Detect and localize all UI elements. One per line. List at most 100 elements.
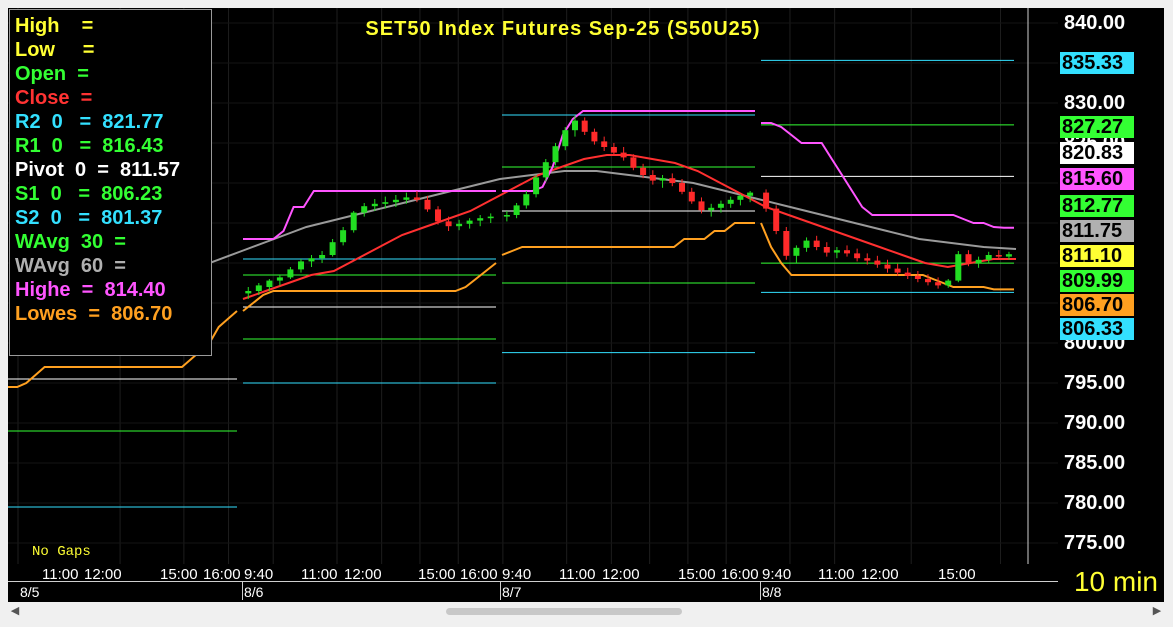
time-tick-label: 15:00	[938, 566, 976, 583]
time-tick-label: 11:00	[559, 566, 596, 583]
candle-body	[445, 221, 452, 227]
price-tick-label: 830.00	[1064, 92, 1126, 114]
candle-body	[688, 191, 695, 202]
time-tick-label: 9:40	[244, 566, 274, 583]
time-axis[interactable]: 11:00 12:00 15:00 16:00 9:40 11:00 12:00 15:00 1…	[8, 564, 1058, 602]
time-tick-label: 16:00	[203, 566, 241, 583]
legend-row: R2 0 = 821.77	[15, 111, 164, 133]
candle-body	[864, 258, 871, 261]
candle-body	[803, 240, 810, 248]
legend-row: Lowes = 806.70	[15, 303, 173, 325]
candle-body	[382, 202, 389, 204]
candle-body	[985, 255, 992, 260]
candle-body	[340, 230, 347, 243]
horizontal-scrollbar[interactable]: ◀ ▶	[8, 602, 1164, 620]
timeframe-box[interactable]: 10 min	[1058, 564, 1164, 602]
time-tick-label: 15:00	[418, 566, 456, 583]
highest-high-line	[761, 122, 1014, 229]
price-tag-label: 809.99	[1060, 270, 1134, 292]
candle-body	[552, 146, 559, 163]
price-tick-label: 775.00	[1064, 532, 1126, 554]
candle-body	[874, 260, 881, 265]
time-tick-label: 16:00	[721, 566, 759, 583]
candle-body	[698, 201, 705, 211]
candle-body	[1005, 254, 1012, 257]
candle-body	[361, 206, 368, 213]
chart-window: SET50 Index Futures Sep-25 (S50U25) No G…	[0, 0, 1173, 627]
candle-body	[255, 285, 262, 291]
indicator-legend-panel: High = Low = Open = Close = R2 0 = 821.77 R1 …	[9, 9, 212, 356]
candle-body	[424, 199, 431, 210]
candle-body	[371, 203, 378, 207]
candle-body	[813, 240, 820, 247]
date-separator	[242, 582, 243, 600]
price-tag-label: 827.27	[1060, 116, 1134, 138]
lowest-low-line	[760, 222, 1014, 291]
price-axis[interactable]: 840.00830.00825.00800.00795.00790.00785.…	[1058, 8, 1164, 564]
candle-body	[737, 195, 744, 200]
candle-body	[833, 250, 840, 253]
date-label: 8/6	[244, 584, 264, 600]
time-tick-label: 9:40	[502, 566, 532, 583]
candle-body	[823, 247, 830, 253]
time-tick-label: 12:00	[602, 566, 640, 583]
candle-body	[914, 275, 921, 279]
scrollbar-thumb[interactable]	[446, 608, 682, 615]
candle-body	[925, 279, 931, 283]
price-tick-label: 790.00	[1064, 412, 1126, 434]
price-tag-label: 820.83	[1060, 142, 1134, 164]
legend-row: High =	[15, 15, 94, 37]
candle-body	[513, 205, 520, 215]
price-tag-label: 812.77	[1060, 195, 1134, 217]
legend-row: WAvg 30 =	[15, 231, 126, 253]
no-gaps-status: No Gaps	[32, 544, 91, 560]
time-tick-label: 12:00	[344, 566, 382, 583]
candle-body	[783, 231, 790, 256]
price-tag-label: 811.10	[1060, 245, 1134, 267]
candle-body	[659, 178, 666, 181]
candle-body	[435, 209, 441, 222]
candle-body	[266, 280, 273, 287]
price-tick-label: 795.00	[1064, 372, 1126, 394]
price-tag-label: 811.75	[1060, 220, 1134, 242]
candle-body	[245, 291, 252, 294]
candle-body	[854, 253, 861, 259]
time-tick-label: 15:00	[678, 566, 716, 583]
price-tag-label: 806.70	[1060, 294, 1134, 316]
candle-body	[601, 141, 608, 147]
candle-body	[581, 120, 588, 132]
candle-body	[975, 259, 982, 263]
candle-body	[298, 261, 304, 270]
price-tag-label: 815.60	[1060, 168, 1134, 190]
candle-body	[679, 183, 685, 192]
candle-body	[403, 197, 410, 200]
candle-body	[945, 280, 952, 286]
candle-body	[591, 131, 598, 142]
candle-body	[533, 177, 540, 195]
candle-body	[995, 255, 1002, 257]
candle-body	[308, 258, 315, 262]
candle-body	[413, 197, 420, 200]
candle-body	[392, 199, 399, 203]
candle-body	[620, 152, 627, 158]
legend-row: S2 0 = 801.37	[15, 207, 163, 229]
date-label: 8/5	[20, 584, 40, 600]
scroll-right-arrow-icon[interactable]: ▶	[1150, 604, 1164, 618]
candle-body	[727, 199, 734, 204]
candle-body	[763, 192, 770, 209]
legend-row: Open =	[15, 63, 89, 85]
scroll-left-arrow-icon[interactable]: ◀	[8, 604, 22, 618]
candle-body	[523, 194, 530, 206]
candle-body	[572, 120, 578, 131]
time-tick-label: 11:00	[42, 566, 79, 583]
legend-row: R1 0 = 816.43	[15, 135, 164, 157]
candle-body	[708, 207, 715, 211]
candle-body	[717, 203, 724, 208]
candle-body	[503, 215, 510, 217]
lowest-low-line	[501, 222, 755, 256]
candle-body	[456, 223, 463, 227]
time-tick-label: 12:00	[84, 566, 122, 583]
date-label: 8/7	[502, 584, 522, 600]
candle-body	[747, 192, 754, 196]
legend-row: Highe = 814.40	[15, 279, 166, 301]
